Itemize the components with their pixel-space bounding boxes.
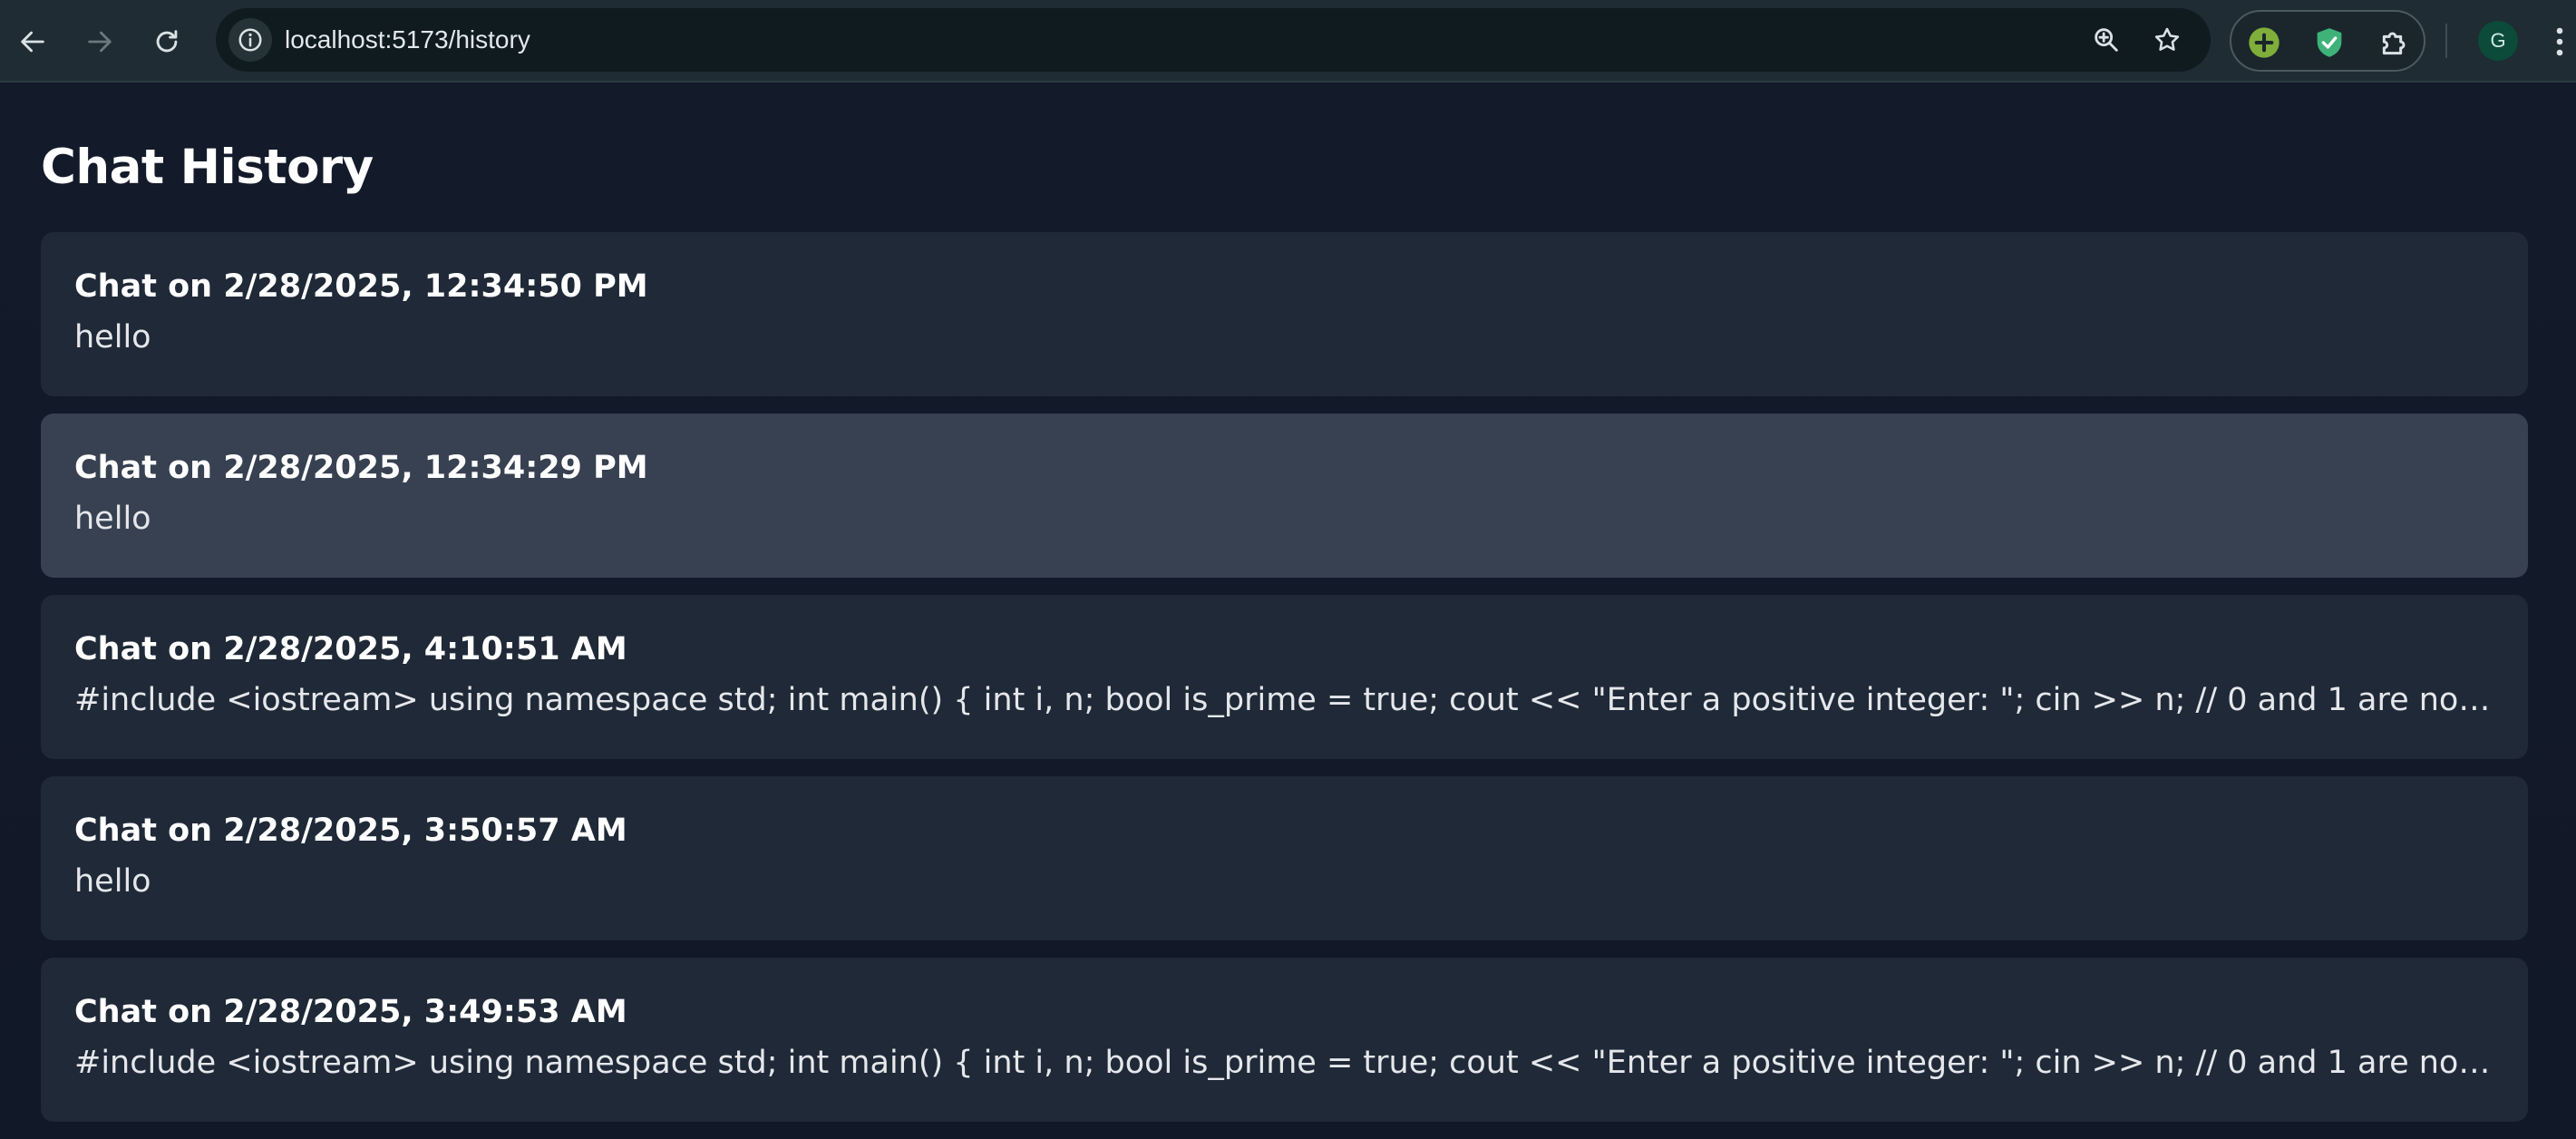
back-button[interactable] (9, 18, 56, 65)
arrow-right-icon (88, 31, 112, 53)
page-content: Chat History Chat on 2/28/2025, 12:34:50… (0, 83, 2576, 1122)
chat-item[interactable]: Chat on 2/28/2025, 4:10:51 AM #include <… (41, 595, 2528, 759)
puzzle-icon (2382, 32, 2406, 55)
chat-title: Chat on 2/28/2025, 3:50:57 AM (74, 813, 627, 849)
chat-item[interactable]: Chat on 2/28/2025, 3:49:53 AM #include <… (41, 958, 2528, 1122)
forward-button[interactable] (76, 18, 123, 65)
star-icon (2154, 27, 2180, 51)
zoom-in-icon (2095, 28, 2118, 52)
profile-avatar[interactable]: G (2478, 21, 2518, 61)
site-info-button[interactable] (228, 18, 272, 62)
chat-preview: hello (74, 501, 151, 537)
url-text[interactable]: localhost:5173/history (285, 8, 530, 72)
zoom-button[interactable] (2088, 22, 2124, 58)
chat-preview: #include <iostream> using namespace std;… (74, 1045, 2494, 1081)
bookmark-button[interactable] (2149, 22, 2185, 58)
browser-menu-button[interactable] (2546, 22, 2573, 62)
extensions-menu-button[interactable] (2375, 23, 2415, 63)
chat-title: Chat on 2/28/2025, 12:34:50 PM (74, 268, 648, 305)
info-icon (238, 28, 262, 52)
chat-title: Chat on 2/28/2025, 4:10:51 AM (74, 631, 627, 667)
extension-button-2[interactable] (2309, 23, 2349, 63)
chat-item[interactable]: Chat on 2/28/2025, 12:34:29 PM hello (41, 414, 2528, 578)
chat-preview: hello (74, 319, 151, 355)
reload-icon (156, 30, 178, 53)
chat-preview: hello (74, 863, 151, 900)
chat-title: Chat on 2/28/2025, 12:34:29 PM (74, 450, 648, 486)
extensions-group (2230, 10, 2425, 72)
kebab-menu-icon (2556, 27, 2563, 56)
page-title: Chat History (41, 140, 374, 195)
chat-list: Chat on 2/28/2025, 12:34:50 PM hello Cha… (41, 232, 2528, 1139)
chat-item[interactable]: Chat on 2/28/2025, 3:50:57 AM hello (41, 776, 2528, 940)
browser-toolbar: localhost:5173/history G (0, 0, 2576, 83)
plus-circle-icon (2249, 27, 2280, 58)
address-bar[interactable]: localhost:5173/history (216, 8, 2211, 72)
shield-check-icon (2317, 28, 2342, 57)
arrow-left-icon (21, 31, 44, 53)
chat-item[interactable]: Chat on 2/28/2025, 12:34:50 PM hello (41, 232, 2528, 396)
reload-button[interactable] (143, 18, 190, 65)
toolbar-separator (2445, 24, 2447, 58)
chat-title: Chat on 2/28/2025, 3:49:53 AM (74, 994, 627, 1030)
extension-button-1[interactable] (2244, 23, 2284, 63)
chat-preview: #include <iostream> using namespace std;… (74, 682, 2494, 718)
